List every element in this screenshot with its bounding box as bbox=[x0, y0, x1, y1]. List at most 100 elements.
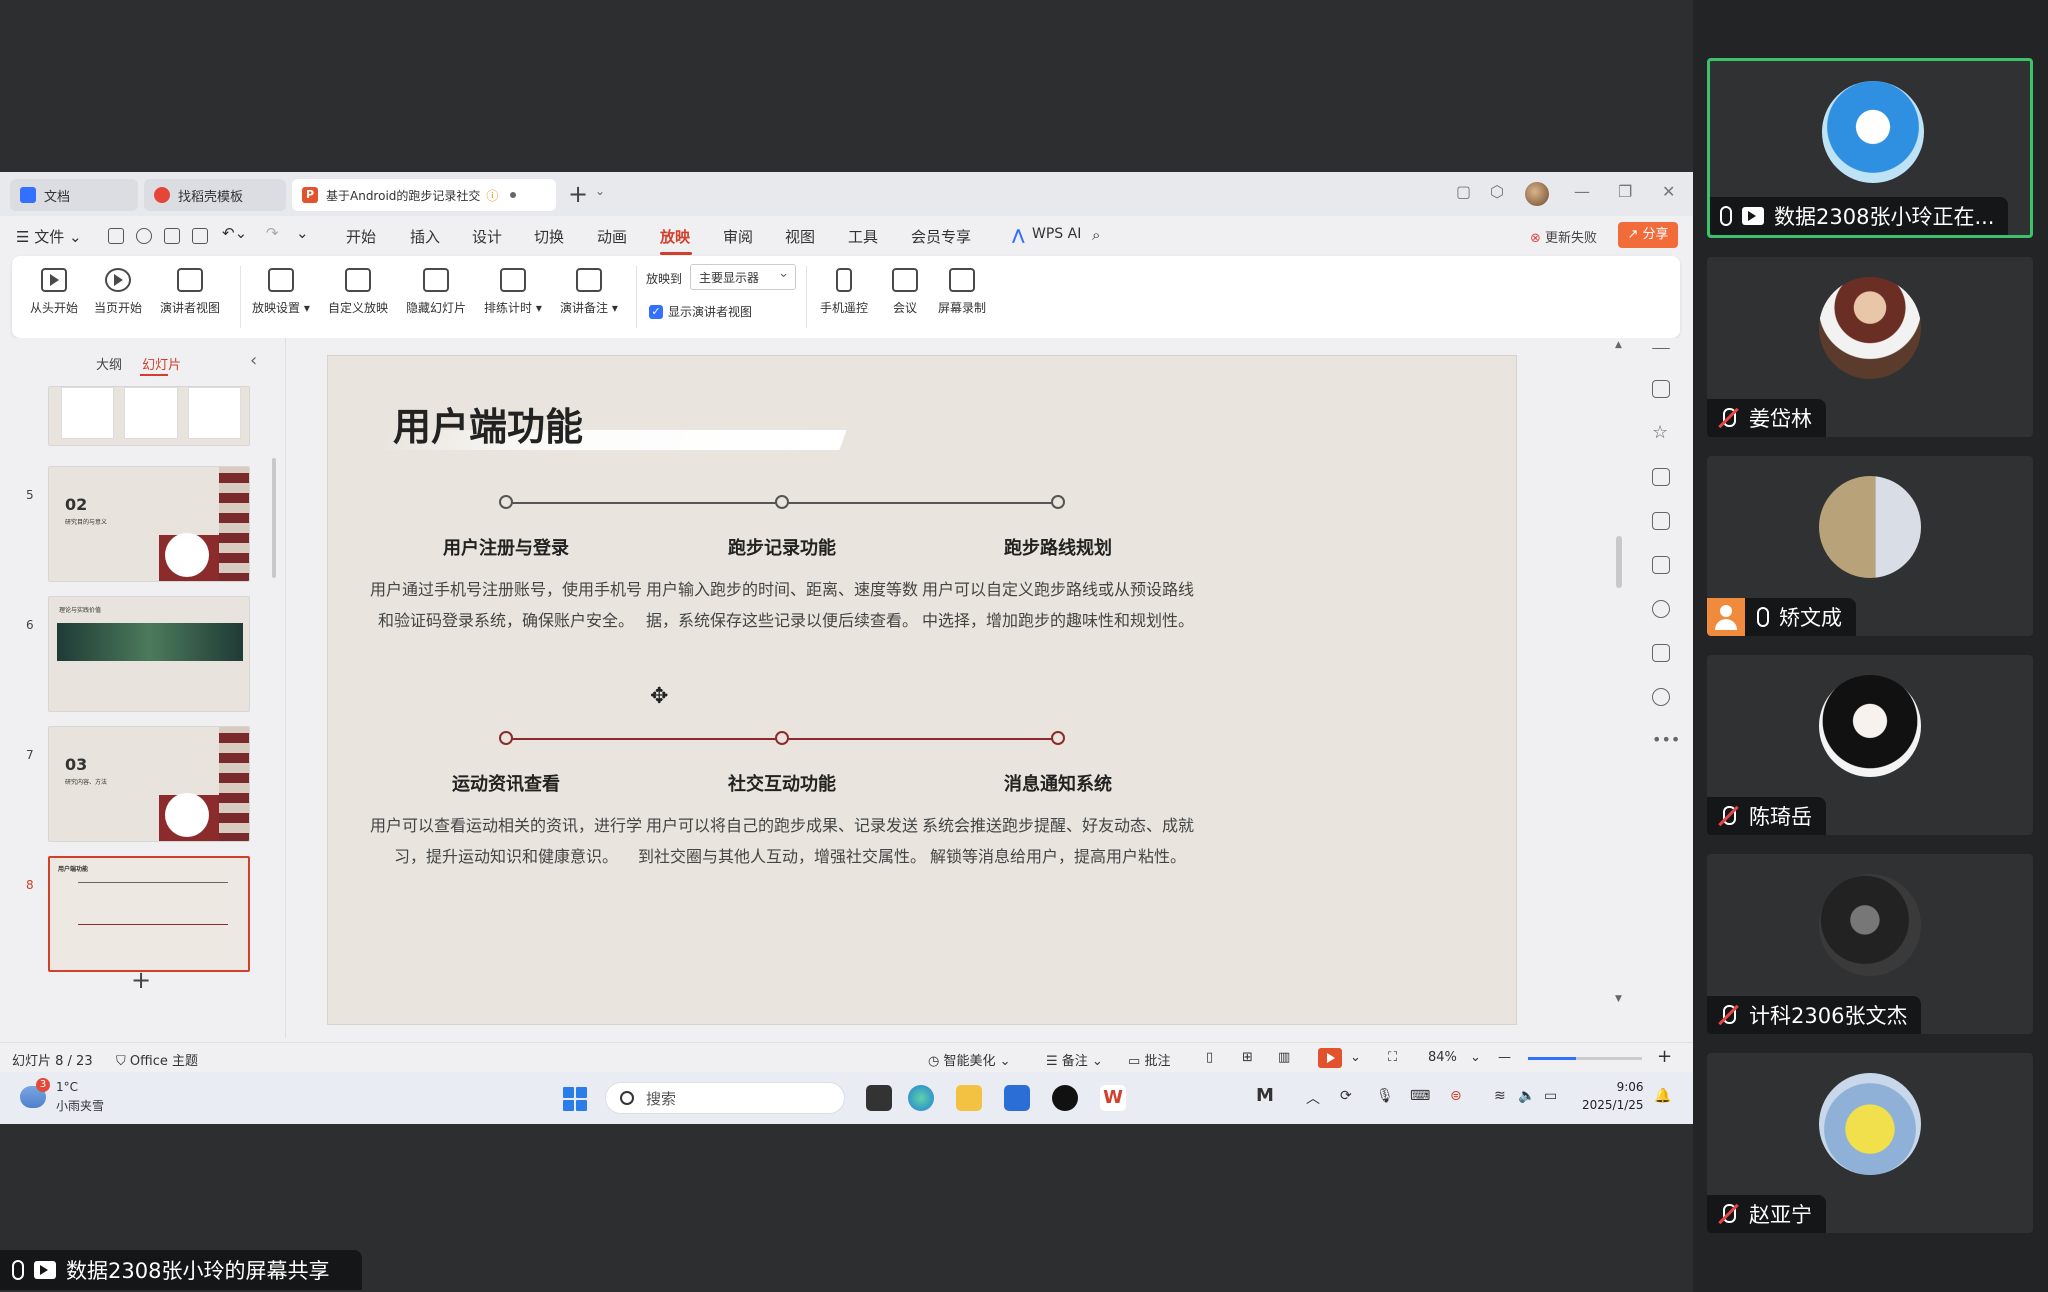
slide-thumbnail[interactable]: 理论与实践价值 bbox=[48, 596, 250, 712]
zoom-out-button[interactable]: — bbox=[1498, 1050, 1511, 1065]
grid-view-icon[interactable]: ⊞ bbox=[1242, 1050, 1253, 1065]
new-tab-button[interactable]: + bbox=[568, 180, 588, 208]
wps-ai-icon[interactable]: ⋀ bbox=[1012, 226, 1025, 244]
redo-icon[interactable]: ↷ bbox=[266, 224, 279, 242]
store-icon[interactable] bbox=[1004, 1085, 1030, 1111]
tray-expand-icon[interactable]: ︿ bbox=[1306, 1088, 1320, 1108]
slideshow-settings-button[interactable]: 放映设置 ▾ bbox=[252, 268, 310, 316]
notes-toggle[interactable]: ☰ 备注 ⌄ bbox=[1046, 1050, 1103, 1069]
zoom-level[interactable]: 84% bbox=[1428, 1050, 1457, 1065]
display-select[interactable]: 主要显示器 bbox=[690, 264, 796, 290]
microphone-icon[interactable]: 🎙 bbox=[1376, 1088, 1394, 1104]
minimize-pane-icon[interactable] bbox=[1652, 348, 1670, 350]
fit-window-icon[interactable]: ⛶ bbox=[1388, 1050, 1397, 1065]
reading-view-icon[interactable]: ▥ bbox=[1278, 1050, 1290, 1065]
task-view-icon[interactable] bbox=[866, 1085, 892, 1111]
wps-ai-button[interactable]: WPS AI bbox=[1032, 226, 1081, 242]
more-quick-icon[interactable]: ⌄ bbox=[296, 224, 309, 242]
collapse-panel-icon[interactable]: ‹ bbox=[250, 350, 257, 371]
cube-icon[interactable]: ⬡ bbox=[1490, 182, 1504, 201]
search-icon[interactable]: ⌕ bbox=[1092, 226, 1100, 244]
tools-icon[interactable] bbox=[1652, 512, 1670, 530]
zoom-chevron-icon[interactable]: ⌄ bbox=[1470, 1050, 1481, 1065]
participant-tile[interactable]: 矫文成 bbox=[1707, 456, 2033, 636]
meeting-button[interactable]: 会议 bbox=[892, 268, 918, 316]
presenter-view-button[interactable]: 演讲者视图 bbox=[160, 268, 220, 316]
minimize-icon[interactable]: — bbox=[1574, 182, 1590, 201]
tray-red-app-icon[interactable]: ⊜ bbox=[1450, 1088, 1462, 1104]
menu-insert[interactable]: 插入 bbox=[410, 226, 440, 247]
current-slide[interactable]: 用户端功能 用户注册与登录 用户通过手机号注册账号，使用手机号 和验证码登录系统，… bbox=[328, 356, 1516, 1024]
share-button[interactable]: ↗ 分享 bbox=[1618, 222, 1678, 248]
more-icon[interactable]: ••• bbox=[1652, 730, 1680, 749]
taskbar-clock[interactable]: 9:06 2025/1/25 bbox=[1582, 1078, 1644, 1114]
tab-docs[interactable]: 文档 bbox=[10, 179, 138, 211]
slide-thumbnail[interactable]: 03 研究内容、方法 bbox=[48, 726, 250, 842]
wps-icon[interactable]: W bbox=[1100, 1085, 1126, 1111]
menu-slideshow[interactable]: 放映 bbox=[660, 226, 690, 247]
file-explorer-icon[interactable] bbox=[956, 1085, 982, 1111]
participant-tile[interactable]: 计科2306张文杰 bbox=[1707, 854, 2033, 1034]
custom-show-button[interactable]: 自定义放映 bbox=[328, 268, 388, 316]
menu-start[interactable]: 开始 bbox=[346, 226, 376, 247]
gear-icon[interactable] bbox=[1652, 556, 1670, 574]
smart-beautify-button[interactable]: ◷ 智能美化 ⌄ bbox=[928, 1050, 1011, 1069]
from-beginning-button[interactable]: 从头开始 bbox=[30, 268, 78, 316]
speaker-notes-button[interactable]: 演讲备注 ▾ bbox=[560, 268, 618, 316]
panel-scrollbar[interactable] bbox=[272, 458, 276, 578]
adjust-icon[interactable] bbox=[1652, 380, 1670, 398]
scroll-down-icon[interactable]: ▼ bbox=[1615, 994, 1622, 1004]
print-icon[interactable] bbox=[164, 228, 180, 244]
edge-browser-icon[interactable] bbox=[908, 1085, 934, 1111]
menu-tools[interactable]: 工具 bbox=[848, 226, 878, 247]
slide-thumbnail[interactable]: 02 研究目的与意义 bbox=[48, 466, 250, 582]
add-slide-button[interactable]: + bbox=[131, 966, 151, 994]
help-icon[interactable] bbox=[1652, 688, 1670, 706]
tab-outline[interactable]: 大纲 bbox=[96, 358, 122, 373]
participant-tile[interactable]: 陈琦岳 bbox=[1707, 655, 2033, 835]
save-icon[interactable] bbox=[108, 228, 124, 244]
battery-icon[interactable]: ▭ bbox=[1544, 1088, 1557, 1104]
volume-icon[interactable]: 🔈 bbox=[1518, 1088, 1535, 1104]
refresh-icon[interactable] bbox=[1652, 600, 1670, 618]
phone-remote-button[interactable]: 手机遥控 bbox=[820, 268, 868, 316]
comment-button[interactable]: ▭ 批注 bbox=[1128, 1050, 1170, 1069]
from-current-button[interactable]: 当页开始 bbox=[94, 268, 142, 316]
export-icon[interactable] bbox=[136, 228, 152, 244]
close-icon[interactable]: ✕ bbox=[1662, 182, 1675, 201]
normal-view-icon[interactable]: ▯ bbox=[1206, 1050, 1213, 1065]
canvas-scrollbar[interactable] bbox=[1616, 536, 1622, 588]
tray-app-icon[interactable]: M bbox=[1256, 1085, 1274, 1106]
user-avatar[interactable] bbox=[1525, 182, 1549, 206]
wifi-icon[interactable]: ≋ bbox=[1494, 1088, 1506, 1104]
theme-button[interactable]: ⛉ Office 主题 bbox=[116, 1050, 198, 1069]
tab-presentation[interactable]: P 基于Android的跑步记录社交 ⓘ bbox=[292, 179, 556, 211]
menu-review[interactable]: 审阅 bbox=[723, 226, 753, 247]
show-presenter-view-checkbox[interactable]: ✓ 显示演讲者视图 bbox=[649, 303, 752, 320]
scroll-up-icon[interactable]: ▲ bbox=[1615, 340, 1622, 350]
participant-tile[interactable]: 数据2308张小玲正在... bbox=[1707, 58, 2033, 238]
play-slideshow-button[interactable] bbox=[1318, 1048, 1342, 1068]
tab-list-chevron-icon[interactable]: ⌄ bbox=[595, 184, 605, 198]
participant-tile[interactable]: 姜岱林 bbox=[1707, 257, 2033, 437]
tab-slides[interactable]: 幻灯片 bbox=[142, 358, 181, 373]
file-menu[interactable]: ☰ 文件 ⌄ bbox=[16, 226, 82, 247]
windows-start-icon[interactable] bbox=[563, 1087, 587, 1111]
menu-design[interactable]: 设计 bbox=[472, 226, 502, 247]
menu-transition[interactable]: 切换 bbox=[534, 226, 564, 247]
input-method-icon[interactable]: ⌨ bbox=[1410, 1088, 1430, 1104]
rehearse-timing-button[interactable]: 排练计时 ▾ bbox=[484, 268, 542, 316]
play-options-chevron-icon[interactable]: ⌄ bbox=[1350, 1050, 1361, 1065]
qq-icon[interactable] bbox=[1052, 1085, 1078, 1111]
update-fail-button[interactable]: ⊗ 更新失败 bbox=[1530, 227, 1597, 246]
star-icon[interactable]: ☆ bbox=[1652, 424, 1670, 442]
tab-templates[interactable]: 找稻壳模板 bbox=[144, 179, 286, 211]
menu-member[interactable]: 会员专享 bbox=[911, 226, 971, 247]
slide-thumbnail-current[interactable]: 用户端功能 bbox=[48, 856, 250, 972]
screen-record-button[interactable]: 屏幕录制 bbox=[938, 268, 986, 316]
menu-view[interactable]: 视图 bbox=[785, 226, 815, 247]
layout-icon[interactable]: ▢ bbox=[1456, 182, 1471, 201]
copy-icon[interactable] bbox=[1652, 468, 1670, 486]
participant-tile[interactable]: 赵亚宁 bbox=[1707, 1053, 2033, 1233]
undo-icon[interactable]: ↶⌄ bbox=[222, 224, 247, 242]
